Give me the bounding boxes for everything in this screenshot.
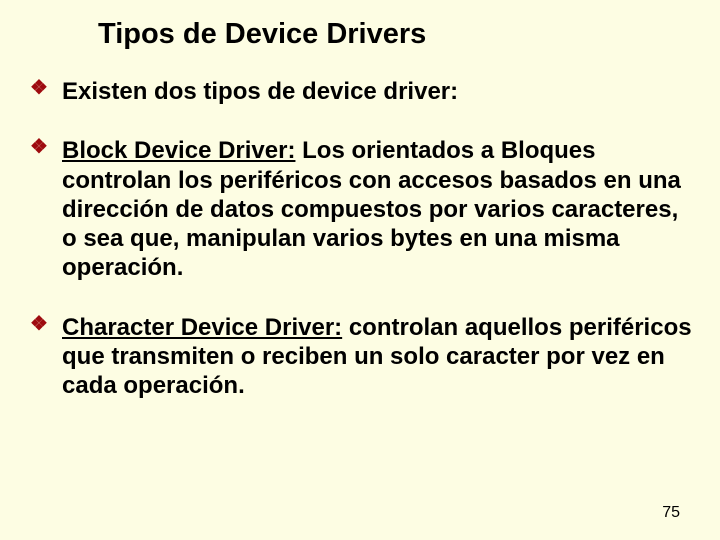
diamond-bullet-icon: ❖: [30, 138, 48, 156]
diamond-bullet-icon: ❖: [30, 315, 48, 333]
page-number: 75: [662, 504, 680, 522]
list-item: ❖ Block Device Driver: Los orientados a …: [28, 136, 692, 282]
slide: Tipos de Device Drivers ❖ Existen dos ti…: [0, 0, 720, 400]
list-item: ❖ Existen dos tipos de device driver:: [28, 77, 692, 106]
bullet-term: Block Device Driver:: [62, 137, 295, 164]
bullet-text: Existen dos tipos de device driver:: [62, 78, 458, 105]
list-item: ❖ Character Device Driver: controlan aqu…: [28, 313, 692, 401]
bullet-list: ❖ Existen dos tipos de device driver: ❖ …: [28, 77, 692, 400]
diamond-bullet-icon: ❖: [30, 79, 48, 97]
slide-title: Tipos de Device Drivers: [98, 18, 692, 51]
bullet-term: Character Device Driver:: [62, 314, 342, 341]
